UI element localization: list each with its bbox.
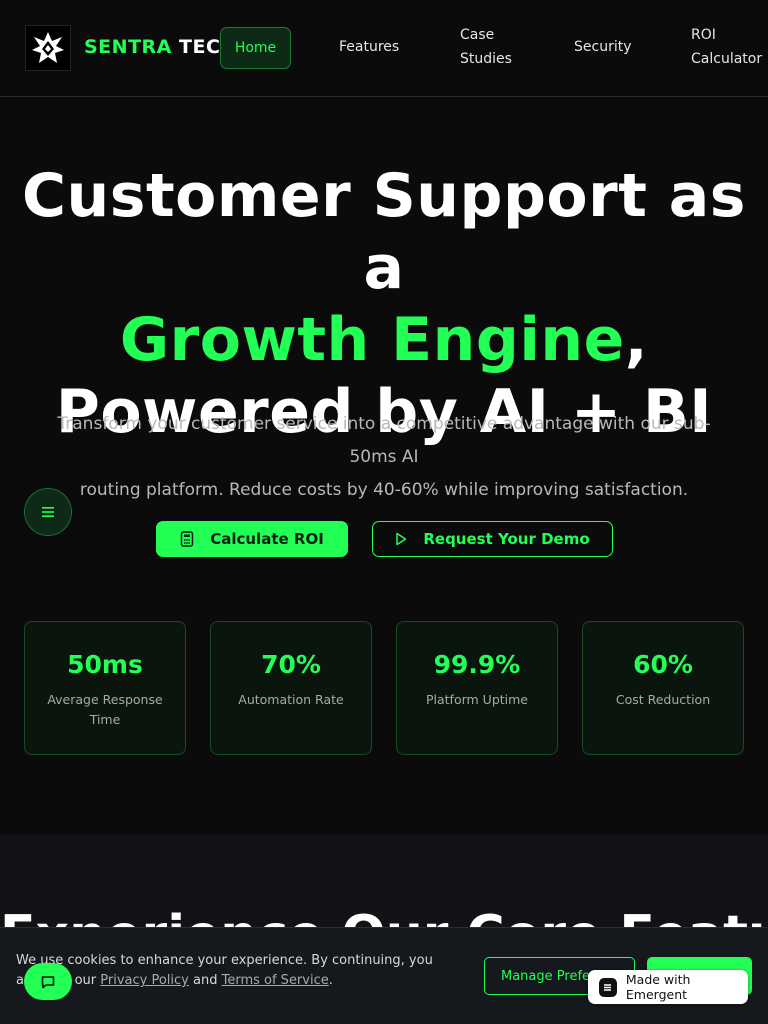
stat-label: Platform Uptime [425,692,528,707]
nav-case-studies-line2: Studies [460,51,512,67]
chat-bubble-icon [41,975,55,988]
made-with-emergent-badge[interactable]: Made with Emergent [588,970,748,1004]
nav-security[interactable]: Security [574,35,632,59]
brand-logo[interactable] [25,25,71,71]
stat-label: Average Response Time [47,692,163,727]
privacy-policy-link[interactable]: Privacy Policy [100,973,189,988]
nav-roi-line2: Calculator [691,51,763,67]
request-demo-label: Request Your Demo [423,530,590,548]
page: SENTRA TECH Home Features Case Studies S… [0,0,768,1024]
cookie-text-end: . [328,973,333,988]
stat-value: 60% [633,650,693,679]
hero-title: Customer Support as a Growth Engine, Pow… [0,160,768,448]
mobile-menu-button[interactable] [24,488,72,536]
stat-value: 50ms [67,650,143,679]
stat-card-cost-reduction: 60% Cost Reduction [582,621,744,755]
brand-name-part1: SENTRA [84,36,172,58]
hero-title-comma: , [624,305,649,375]
cookie-banner-text: We use cookies to enhance your experienc… [16,951,466,991]
chat-launcher-button[interactable] [24,963,72,1000]
site-header: SENTRA TECH Home Features Case Studies S… [0,0,768,97]
stat-label: Automation Rate [238,692,344,707]
stat-card-response-time: 50ms Average Response Time [24,621,186,755]
logo-mark-icon [32,32,64,63]
emergent-logo-icon [599,977,617,997]
nav-case-studies[interactable]: Case Studies [460,23,512,71]
stat-card-platform-uptime: 99.9% Platform Uptime [396,621,558,755]
nav-roi-calculator[interactable]: ROI Calculator [691,23,762,71]
calculator-icon [180,531,194,547]
hero-title-accent: Growth Engine [119,305,625,375]
nav-roi-line1: ROI [691,27,716,43]
made-with-emergent-label: Made with Emergent [625,972,691,1002]
stat-value: 99.9% [433,650,521,679]
brand-name[interactable]: SENTRA TECH [84,36,237,58]
terms-of-service-link[interactable]: Terms of Service [222,973,329,988]
hero-subtitle: Transform your customer service into a c… [40,408,728,507]
request-demo-button[interactable]: Request Your Demo [372,521,613,557]
nav-features[interactable]: Features [339,35,399,59]
hero-subtitle-line2: routing platform. Reduce costs by 40-60%… [79,480,689,500]
stat-card-automation-rate: 70% Automation Rate [210,621,372,755]
hero-title-line1: Customer Support as a [22,161,746,303]
hamburger-icon [42,507,54,517]
stat-label: Cost Reduction [615,692,711,707]
stat-value: 70% [261,650,321,679]
hero-title-line2: Growth Engine, [0,304,768,376]
calculate-roi-label: Calculate ROI [210,530,324,548]
cookie-text-and: and [188,973,222,988]
nav-case-studies-line1: Case [460,27,495,43]
nav-home[interactable]: Home [220,27,291,69]
calculate-roi-button[interactable]: Calculate ROI [156,521,348,557]
hero-subtitle-line1: Transform your customer service into a c… [57,414,711,467]
play-icon [396,532,407,546]
